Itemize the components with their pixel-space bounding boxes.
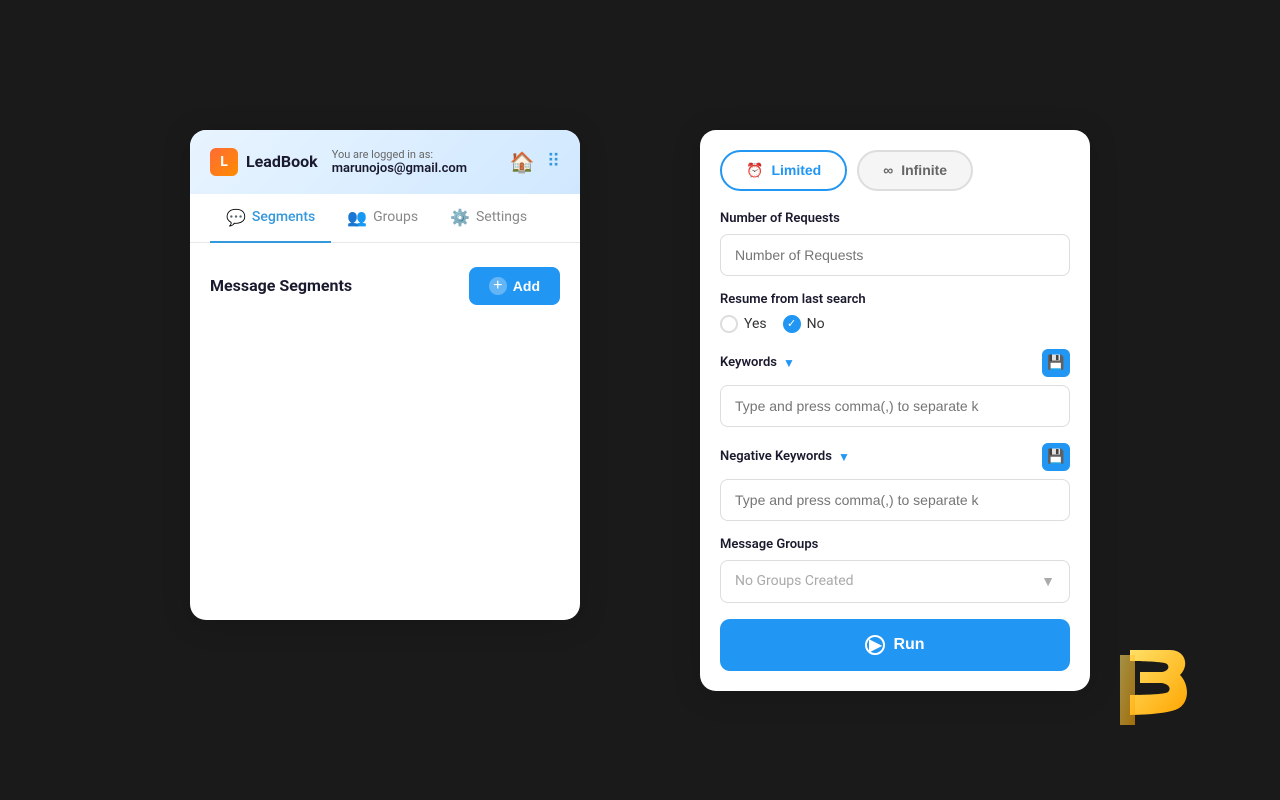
- toggle-group: ⏰ Limited ∞ Infinite: [720, 150, 1070, 191]
- nav-tabs: 💬 Segments 👥 Groups ⚙️ Settings: [190, 194, 580, 243]
- home-icon[interactable]: 🏠: [510, 150, 535, 174]
- run-button-label: Run: [893, 636, 924, 654]
- section-title: Message Segments: [210, 276, 352, 295]
- negative-keywords-header: Negative Keywords ▼ 💾: [720, 443, 1070, 471]
- groups-icon: 👥: [347, 208, 367, 227]
- keywords-label-group: Keywords ▼: [720, 355, 795, 370]
- tab-settings-label: Settings: [476, 209, 527, 225]
- keywords-header: Keywords ▼ 💾: [720, 349, 1070, 377]
- message-groups-section: Message Groups No Groups Created ▼: [720, 537, 1070, 603]
- plus-icon: +: [489, 277, 507, 295]
- keywords-dropdown-arrow: ▼: [783, 356, 795, 370]
- negative-keywords-label-text: Negative Keywords: [720, 449, 832, 464]
- add-button[interactable]: + Add: [469, 267, 560, 305]
- segments-icon: 💬: [226, 208, 246, 227]
- message-groups-dropdown[interactable]: No Groups Created ▼: [720, 560, 1070, 603]
- radio-yes[interactable]: Yes: [720, 315, 767, 333]
- negative-keywords-input[interactable]: [720, 479, 1070, 521]
- limited-toggle[interactable]: ⏰ Limited: [720, 150, 847, 191]
- keywords-input[interactable]: [720, 385, 1070, 427]
- add-button-label: Add: [513, 278, 540, 294]
- run-play-icon: ▶: [865, 635, 885, 655]
- dropdown-chevron-icon: ▼: [1041, 573, 1055, 590]
- negative-keywords-label-group: Negative Keywords ▼: [720, 449, 850, 464]
- negative-keywords-dropdown-arrow: ▼: [838, 450, 850, 464]
- run-button[interactable]: ▶ Run: [720, 619, 1070, 671]
- alarm-icon: ⏰: [746, 162, 763, 179]
- user-email: marunojos@gmail.com: [332, 161, 467, 176]
- resume-section: Resume from last search Yes No: [720, 292, 1070, 333]
- logo-icon: L: [210, 148, 238, 176]
- left-content: Message Segments + Add: [190, 243, 580, 349]
- header-icons: 🏠 ⠿: [510, 150, 560, 174]
- keywords-label-text: Keywords: [720, 355, 777, 370]
- infinite-label: Infinite: [901, 162, 947, 178]
- tab-groups[interactable]: 👥 Groups: [331, 194, 434, 243]
- infinite-icon: ∞: [883, 162, 893, 178]
- resume-label: Resume from last search: [720, 292, 1070, 307]
- infinite-toggle[interactable]: ∞ Infinite: [857, 150, 973, 191]
- tab-groups-label: Groups: [373, 209, 418, 225]
- tab-segments-label: Segments: [252, 209, 315, 225]
- header-center: You are logged in as: marunojos@gmail.co…: [332, 148, 510, 176]
- keywords-save-icon[interactable]: 💾: [1042, 349, 1070, 377]
- brand-logo: [1100, 640, 1200, 740]
- message-groups-label: Message Groups: [720, 537, 1070, 552]
- app-header: L LeadBook You are logged in as: marunoj…: [190, 130, 580, 194]
- section-header: Message Segments + Add: [210, 267, 560, 305]
- radio-no-label: No: [807, 316, 825, 332]
- negative-keywords-save-icon[interactable]: 💾: [1042, 443, 1070, 471]
- tab-settings[interactable]: ⚙️ Settings: [434, 194, 543, 243]
- radio-yes-label: Yes: [744, 316, 767, 332]
- radio-group: Yes No: [720, 315, 1070, 333]
- logo-area: L LeadBook: [210, 148, 318, 176]
- requests-label: Number of Requests: [720, 211, 1070, 226]
- requests-input[interactable]: [720, 234, 1070, 276]
- radio-yes-circle: [720, 315, 738, 333]
- right-panel: ⏰ Limited ∞ Infinite Number of Requests …: [700, 130, 1090, 691]
- tab-segments[interactable]: 💬 Segments: [210, 194, 331, 243]
- radio-no[interactable]: No: [783, 315, 825, 333]
- app-name: LeadBook: [246, 152, 318, 171]
- logged-in-label: You are logged in as:: [332, 148, 433, 161]
- limited-label: Limited: [771, 162, 821, 178]
- message-groups-placeholder: No Groups Created: [735, 573, 854, 589]
- grid-icon[interactable]: ⠿: [547, 151, 560, 172]
- settings-icon: ⚙️: [450, 208, 470, 227]
- left-panel: L LeadBook You are logged in as: marunoj…: [190, 130, 580, 620]
- radio-no-circle: [783, 315, 801, 333]
